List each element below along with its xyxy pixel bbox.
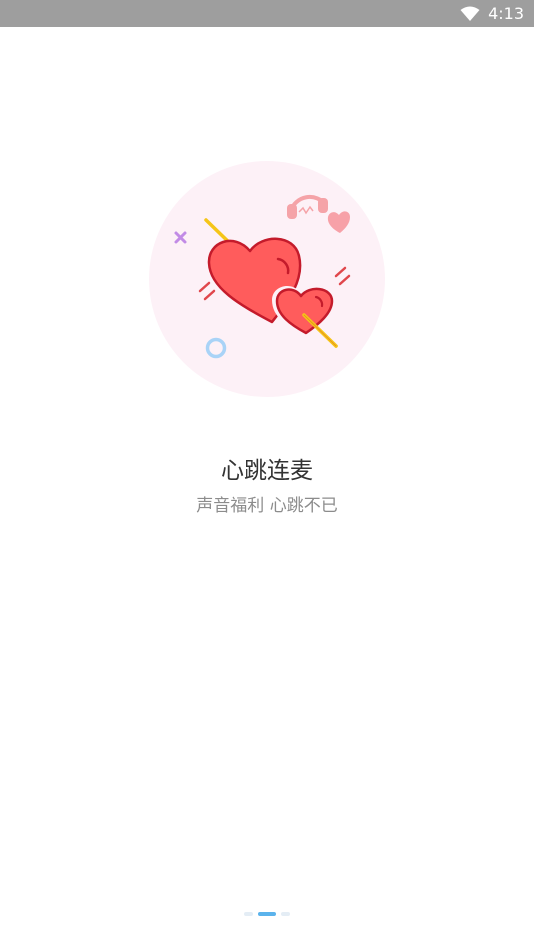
status-time: 4:13	[488, 4, 524, 23]
page-dot[interactable]	[244, 912, 253, 916]
page-indicator	[0, 912, 534, 916]
status-bar: 4:13	[0, 0, 534, 27]
feature-title: 心跳连麦	[221, 458, 313, 484]
heart-illustration	[148, 160, 386, 398]
status-bar-right: 4:13	[460, 0, 524, 27]
page-dot-active[interactable]	[258, 912, 276, 916]
wifi-icon	[460, 6, 480, 22]
feature-subtitle: 声音福利 心跳不已	[196, 496, 338, 516]
page-dot[interactable]	[281, 912, 290, 916]
